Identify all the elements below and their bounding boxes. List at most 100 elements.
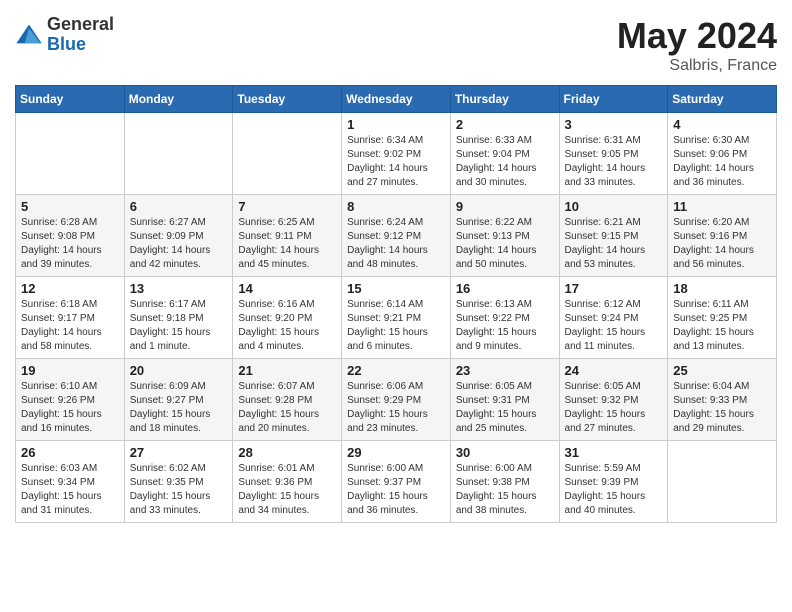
- day-info: Sunrise: 6:14 AM Sunset: 9:21 PM Dayligh…: [347, 298, 445, 354]
- calendar-cell: 16Sunrise: 6:13 AM Sunset: 9:22 PM Dayli…: [450, 277, 559, 359]
- calendar-cell: 20 Sunrise: 6:09 AM Sunset: 9:27 PM Dayli…: [124, 359, 233, 441]
- calendar-cell: 22Sunrise: 6:06 AM Sunset: 9:29 PM Dayli…: [342, 359, 451, 441]
- logo-text: General Blue: [47, 15, 114, 55]
- calendar-cell: [668, 441, 777, 523]
- day-info: Sunrise: 6:11 AM Sunset: 9:25 PM Dayligh…: [673, 298, 771, 354]
- day-info: Sunrise: 6:17 AM Sunset: 9:18 PM Dayligh…: [130, 298, 228, 354]
- day-number: 17: [565, 281, 663, 296]
- day-header-tuesday: Tuesday: [233, 86, 342, 113]
- day-number: 7: [238, 199, 336, 214]
- day-header-monday: Monday: [124, 86, 233, 113]
- day-info: Sunrise: 6:02 AM Sunset: 9:35 PM Dayligh…: [130, 462, 228, 518]
- calendar-body: 1 Sunrise: 6:34 AM Sunset: 9:02 PM Daylig…: [16, 113, 777, 523]
- day-info: Sunrise: 6:00 AM Sunset: 9:37 PM Dayligh…: [347, 462, 445, 518]
- day-info: Sunrise: 6:21 AM Sunset: 9:15 PM Dayligh…: [565, 216, 663, 272]
- day-number: 20: [130, 363, 228, 378]
- calendar-cell: 4 Sunrise: 6:30 AM Sunset: 9:06 PM Daylig…: [668, 113, 777, 195]
- day-number: 19: [21, 363, 119, 378]
- day-info: Sunrise: 6:09 AM Sunset: 9:27 PM Dayligh…: [130, 380, 228, 436]
- day-info: Sunrise: 6:05 AM Sunset: 9:32 PM Dayligh…: [565, 380, 663, 436]
- calendar-cell: 28 Sunrise: 6:01 AM Sunset: 9:36 PM Dayli…: [233, 441, 342, 523]
- calendar-cell: 13 Sunrise: 6:17 AM Sunset: 9:18 PM Dayli…: [124, 277, 233, 359]
- calendar-cell: 31 Sunrise: 5:59 AM Sunset: 9:39 PM Dayli…: [559, 441, 668, 523]
- calendar-cell: [233, 113, 342, 195]
- day-number: 29: [347, 445, 445, 460]
- day-number: 15: [347, 281, 445, 296]
- day-number: 27: [130, 445, 228, 460]
- calendar-cell: 26 Sunrise: 6:03 AM Sunset: 9:34 PM Dayli…: [16, 441, 125, 523]
- calendar-cell: 23 Sunrise: 6:05 AM Sunset: 9:31 PM Dayli…: [450, 359, 559, 441]
- calendar-table: SundayMondayTuesdayWednesdayThursdayFrid…: [15, 85, 777, 523]
- day-header-row: SundayMondayTuesdayWednesdayThursdayFrid…: [16, 86, 777, 113]
- logo-general-text: General: [47, 15, 114, 35]
- calendar-cell: 30Sunrise: 6:00 AM Sunset: 9:38 PM Dayli…: [450, 441, 559, 523]
- calendar-cell: 14 Sunrise: 6:16 AM Sunset: 9:20 PM Dayli…: [233, 277, 342, 359]
- day-number: 18: [673, 281, 771, 296]
- calendar-cell: [16, 113, 125, 195]
- day-info: Sunrise: 6:10 AM Sunset: 9:26 PM Dayligh…: [21, 380, 119, 436]
- day-number: 2: [456, 117, 554, 132]
- day-info: Sunrise: 6:05 AM Sunset: 9:31 PM Dayligh…: [456, 380, 554, 436]
- day-info: Sunrise: 6:12 AM Sunset: 9:24 PM Dayligh…: [565, 298, 663, 354]
- calendar-cell: 27 Sunrise: 6:02 AM Sunset: 9:35 PM Dayli…: [124, 441, 233, 523]
- week-row-4: 19 Sunrise: 6:10 AM Sunset: 9:26 PM Dayli…: [16, 359, 777, 441]
- day-number: 4: [673, 117, 771, 132]
- day-info: Sunrise: 6:00 AM Sunset: 9:38 PM Dayligh…: [456, 462, 554, 518]
- day-info: Sunrise: 6:03 AM Sunset: 9:34 PM Dayligh…: [21, 462, 119, 518]
- calendar-cell: 7 Sunrise: 6:25 AM Sunset: 9:11 PM Daylig…: [233, 195, 342, 277]
- day-info: Sunrise: 6:18 AM Sunset: 9:17 PM Dayligh…: [21, 298, 119, 354]
- day-number: 26: [21, 445, 119, 460]
- day-header-sunday: Sunday: [16, 86, 125, 113]
- day-header-friday: Friday: [559, 86, 668, 113]
- day-header-thursday: Thursday: [450, 86, 559, 113]
- day-info: Sunrise: 6:04 AM Sunset: 9:33 PM Dayligh…: [673, 380, 771, 436]
- calendar-cell: 11Sunrise: 6:20 AM Sunset: 9:16 PM Dayli…: [668, 195, 777, 277]
- logo-icon: [15, 21, 43, 49]
- day-number: 23: [456, 363, 554, 378]
- day-info: Sunrise: 6:01 AM Sunset: 9:36 PM Dayligh…: [238, 462, 336, 518]
- day-info: Sunrise: 6:30 AM Sunset: 9:06 PM Dayligh…: [673, 134, 771, 190]
- day-info: Sunrise: 6:25 AM Sunset: 9:11 PM Dayligh…: [238, 216, 336, 272]
- calendar-cell: 6Sunrise: 6:27 AM Sunset: 9:09 PM Daylig…: [124, 195, 233, 277]
- calendar-cell: 1 Sunrise: 6:34 AM Sunset: 9:02 PM Daylig…: [342, 113, 451, 195]
- day-info: Sunrise: 6:34 AM Sunset: 9:02 PM Dayligh…: [347, 134, 445, 190]
- calendar-cell: 21 Sunrise: 6:07 AM Sunset: 9:28 PM Dayli…: [233, 359, 342, 441]
- day-number: 13: [130, 281, 228, 296]
- title-block: May 2024 Salbris, France: [617, 15, 777, 75]
- day-info: Sunrise: 6:27 AM Sunset: 9:09 PM Dayligh…: [130, 216, 228, 272]
- day-number: 25: [673, 363, 771, 378]
- day-header-wednesday: Wednesday: [342, 86, 451, 113]
- week-row-2: 5Sunrise: 6:28 AM Sunset: 9:08 PM Daylig…: [16, 195, 777, 277]
- calendar-cell: 9 Sunrise: 6:22 AM Sunset: 9:13 PM Daylig…: [450, 195, 559, 277]
- page-header: General Blue May 2024 Salbris, France: [15, 15, 777, 75]
- day-info: Sunrise: 6:22 AM Sunset: 9:13 PM Dayligh…: [456, 216, 554, 272]
- day-number: 31: [565, 445, 663, 460]
- day-number: 8: [347, 199, 445, 214]
- calendar-cell: 24Sunrise: 6:05 AM Sunset: 9:32 PM Dayli…: [559, 359, 668, 441]
- calendar-title: May 2024: [617, 15, 777, 57]
- calendar-cell: 19 Sunrise: 6:10 AM Sunset: 9:26 PM Dayli…: [16, 359, 125, 441]
- day-info: Sunrise: 6:28 AM Sunset: 9:08 PM Dayligh…: [21, 216, 119, 272]
- day-number: 16: [456, 281, 554, 296]
- day-number: 21: [238, 363, 336, 378]
- week-row-1: 1 Sunrise: 6:34 AM Sunset: 9:02 PM Daylig…: [16, 113, 777, 195]
- calendar-cell: 3Sunrise: 6:31 AM Sunset: 9:05 PM Daylig…: [559, 113, 668, 195]
- calendar-cell: 29 Sunrise: 6:00 AM Sunset: 9:37 PM Dayli…: [342, 441, 451, 523]
- logo-blue-text: Blue: [47, 35, 114, 55]
- calendar-cell: 5Sunrise: 6:28 AM Sunset: 9:08 PM Daylig…: [16, 195, 125, 277]
- calendar-cell: 8Sunrise: 6:24 AM Sunset: 9:12 PM Daylig…: [342, 195, 451, 277]
- day-info: Sunrise: 6:20 AM Sunset: 9:16 PM Dayligh…: [673, 216, 771, 272]
- calendar-cell: 2 Sunrise: 6:33 AM Sunset: 9:04 PM Daylig…: [450, 113, 559, 195]
- day-info: Sunrise: 6:33 AM Sunset: 9:04 PM Dayligh…: [456, 134, 554, 190]
- day-number: 9: [456, 199, 554, 214]
- day-number: 28: [238, 445, 336, 460]
- day-number: 14: [238, 281, 336, 296]
- week-row-3: 12Sunrise: 6:18 AM Sunset: 9:17 PM Dayli…: [16, 277, 777, 359]
- calendar-cell: [124, 113, 233, 195]
- day-info: Sunrise: 5:59 AM Sunset: 9:39 PM Dayligh…: [565, 462, 663, 518]
- day-info: Sunrise: 6:07 AM Sunset: 9:28 PM Dayligh…: [238, 380, 336, 436]
- day-info: Sunrise: 6:16 AM Sunset: 9:20 PM Dayligh…: [238, 298, 336, 354]
- day-number: 1: [347, 117, 445, 132]
- calendar-header: SundayMondayTuesdayWednesdayThursdayFrid…: [16, 86, 777, 113]
- week-row-5: 26 Sunrise: 6:03 AM Sunset: 9:34 PM Dayli…: [16, 441, 777, 523]
